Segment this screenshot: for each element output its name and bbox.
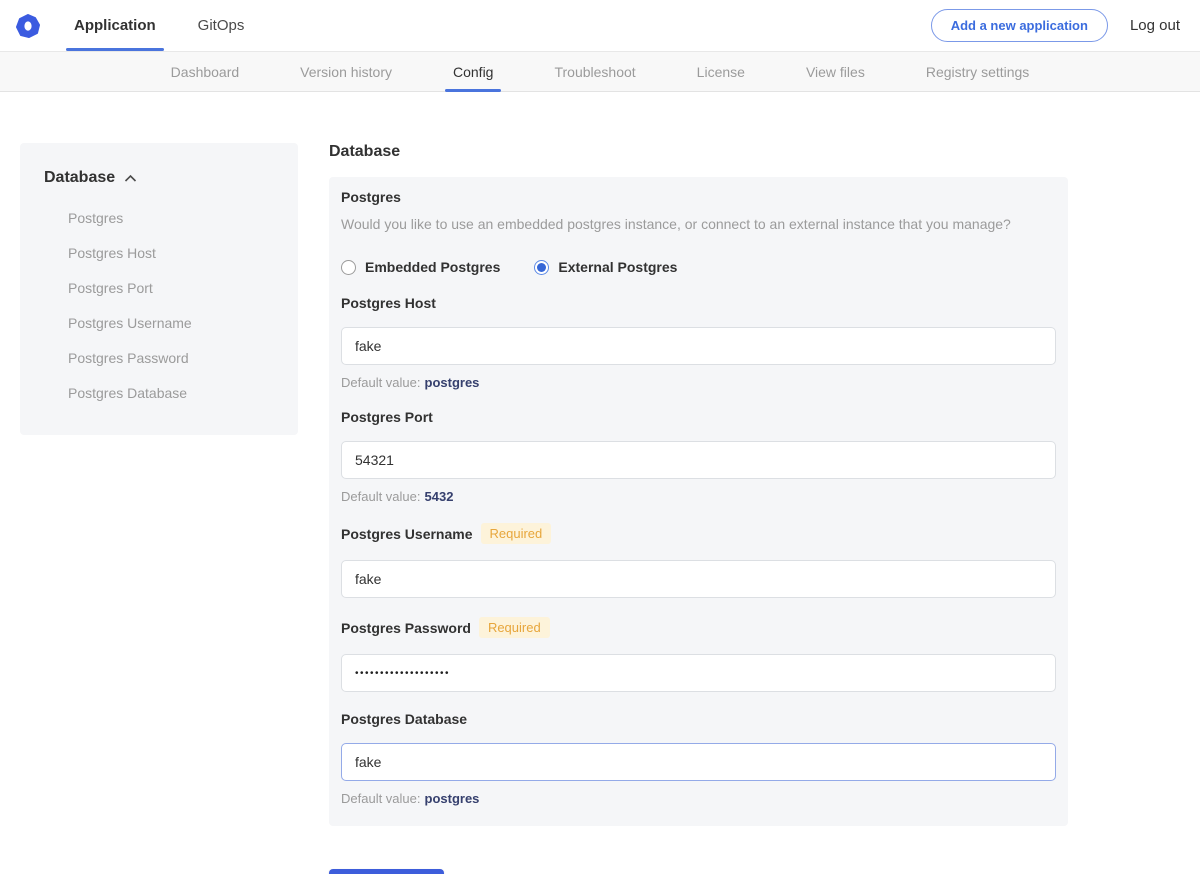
default-value: 5432 (425, 489, 454, 504)
field-postgres-database: Postgres Database Default value: postgres (341, 711, 1056, 806)
postgres-port-default: Default value: 5432 (341, 489, 1056, 504)
logout-link[interactable]: Log out (1130, 17, 1180, 34)
sidebar-group-database-label: Database (44, 169, 115, 187)
tab-gitops[interactable]: GitOps (194, 0, 249, 51)
config-page: Database Postgres Postgres Host Postgres… (0, 92, 1200, 874)
required-badge: Required (481, 523, 552, 544)
subnav-troubleshoot[interactable]: Troubleshoot (552, 52, 637, 91)
app-logo[interactable] (8, 14, 48, 38)
tab-application[interactable]: Application (70, 0, 160, 51)
field-postgres-port: Postgres Port Default value: 5432 (341, 409, 1056, 504)
field-postgres-username: Postgres Username Required (341, 523, 1056, 598)
sidebar-item-postgres-port[interactable]: Postgres Port (44, 271, 278, 306)
field-postgres-password: Postgres Password Required (341, 617, 1056, 692)
sidebar-item-postgres-host[interactable]: Postgres Host (44, 236, 278, 271)
postgres-password-input[interactable] (341, 654, 1056, 692)
radio-embedded-postgres-label: Embedded Postgres (365, 259, 500, 275)
sidebar-item-postgres[interactable]: Postgres (44, 201, 278, 236)
tab-application-label: Application (74, 17, 156, 34)
config-sidebar: Database Postgres Postgres Host Postgres… (20, 143, 298, 435)
postgres-database-input[interactable] (341, 743, 1056, 781)
radio-embedded-postgres[interactable]: Embedded Postgres (341, 259, 500, 275)
tab-gitops-label: GitOps (198, 17, 245, 34)
postgres-radio-group: Embedded Postgres External Postgres (341, 259, 1056, 275)
radio-external-postgres-label: External Postgres (558, 259, 677, 275)
config-main: Database Postgres Would you like to use … (329, 143, 1068, 874)
top-nav: Application GitOps Add a new application… (0, 0, 1200, 52)
required-badge: Required (479, 617, 550, 638)
top-nav-tabs: Application GitOps (70, 0, 282, 51)
postgres-password-label: Postgres Password (341, 620, 471, 636)
postgres-database-label: Postgres Database (341, 711, 467, 727)
default-value: postgres (425, 375, 480, 390)
subnav-registry-settings[interactable]: Registry settings (924, 52, 1031, 91)
postgres-port-input[interactable] (341, 441, 1056, 479)
postgres-username-input[interactable] (341, 560, 1056, 598)
postgres-database-default: Default value: postgres (341, 791, 1056, 806)
logo-icon (16, 14, 40, 38)
sidebar-group-database[interactable]: Database (44, 169, 278, 187)
radio-unchecked-icon (341, 260, 356, 275)
subnav-version-history[interactable]: Version history (298, 52, 394, 91)
subnav-license[interactable]: License (695, 52, 747, 91)
radio-external-postgres[interactable]: External Postgres (534, 259, 677, 275)
top-nav-right: Add a new application Log out (931, 9, 1180, 42)
default-prefix: Default value: (341, 489, 421, 504)
postgres-username-label: Postgres Username (341, 526, 473, 542)
default-prefix: Default value: (341, 791, 421, 806)
default-value: postgres (425, 791, 480, 806)
postgres-host-default: Default value: postgres (341, 375, 1056, 390)
page-title: Database (329, 143, 1068, 161)
default-prefix: Default value: (341, 375, 421, 390)
postgres-port-label: Postgres Port (341, 409, 433, 425)
postgres-host-label: Postgres Host (341, 295, 436, 311)
add-new-application-button[interactable]: Add a new application (931, 9, 1108, 42)
chevron-up-icon (124, 174, 137, 183)
database-config-card: Postgres Would you like to use an embedd… (329, 177, 1068, 826)
sidebar-item-postgres-password[interactable]: Postgres Password (44, 341, 278, 376)
postgres-group-help: Would you like to use an embedded postgr… (341, 216, 1056, 232)
radio-checked-icon (534, 260, 549, 275)
field-postgres-host: Postgres Host Default value: postgres (341, 295, 1056, 390)
subnav-view-files[interactable]: View files (804, 52, 867, 91)
sidebar-item-postgres-username[interactable]: Postgres Username (44, 306, 278, 341)
save-config-button[interactable]: Save config (329, 869, 444, 874)
subnav-config[interactable]: Config (451, 52, 495, 91)
app-subnav: Dashboard Version history Config Trouble… (0, 52, 1200, 92)
sidebar-item-postgres-database[interactable]: Postgres Database (44, 376, 278, 411)
postgres-host-input[interactable] (341, 327, 1056, 365)
subnav-dashboard[interactable]: Dashboard (169, 52, 242, 91)
postgres-group-label: Postgres (341, 189, 1056, 205)
